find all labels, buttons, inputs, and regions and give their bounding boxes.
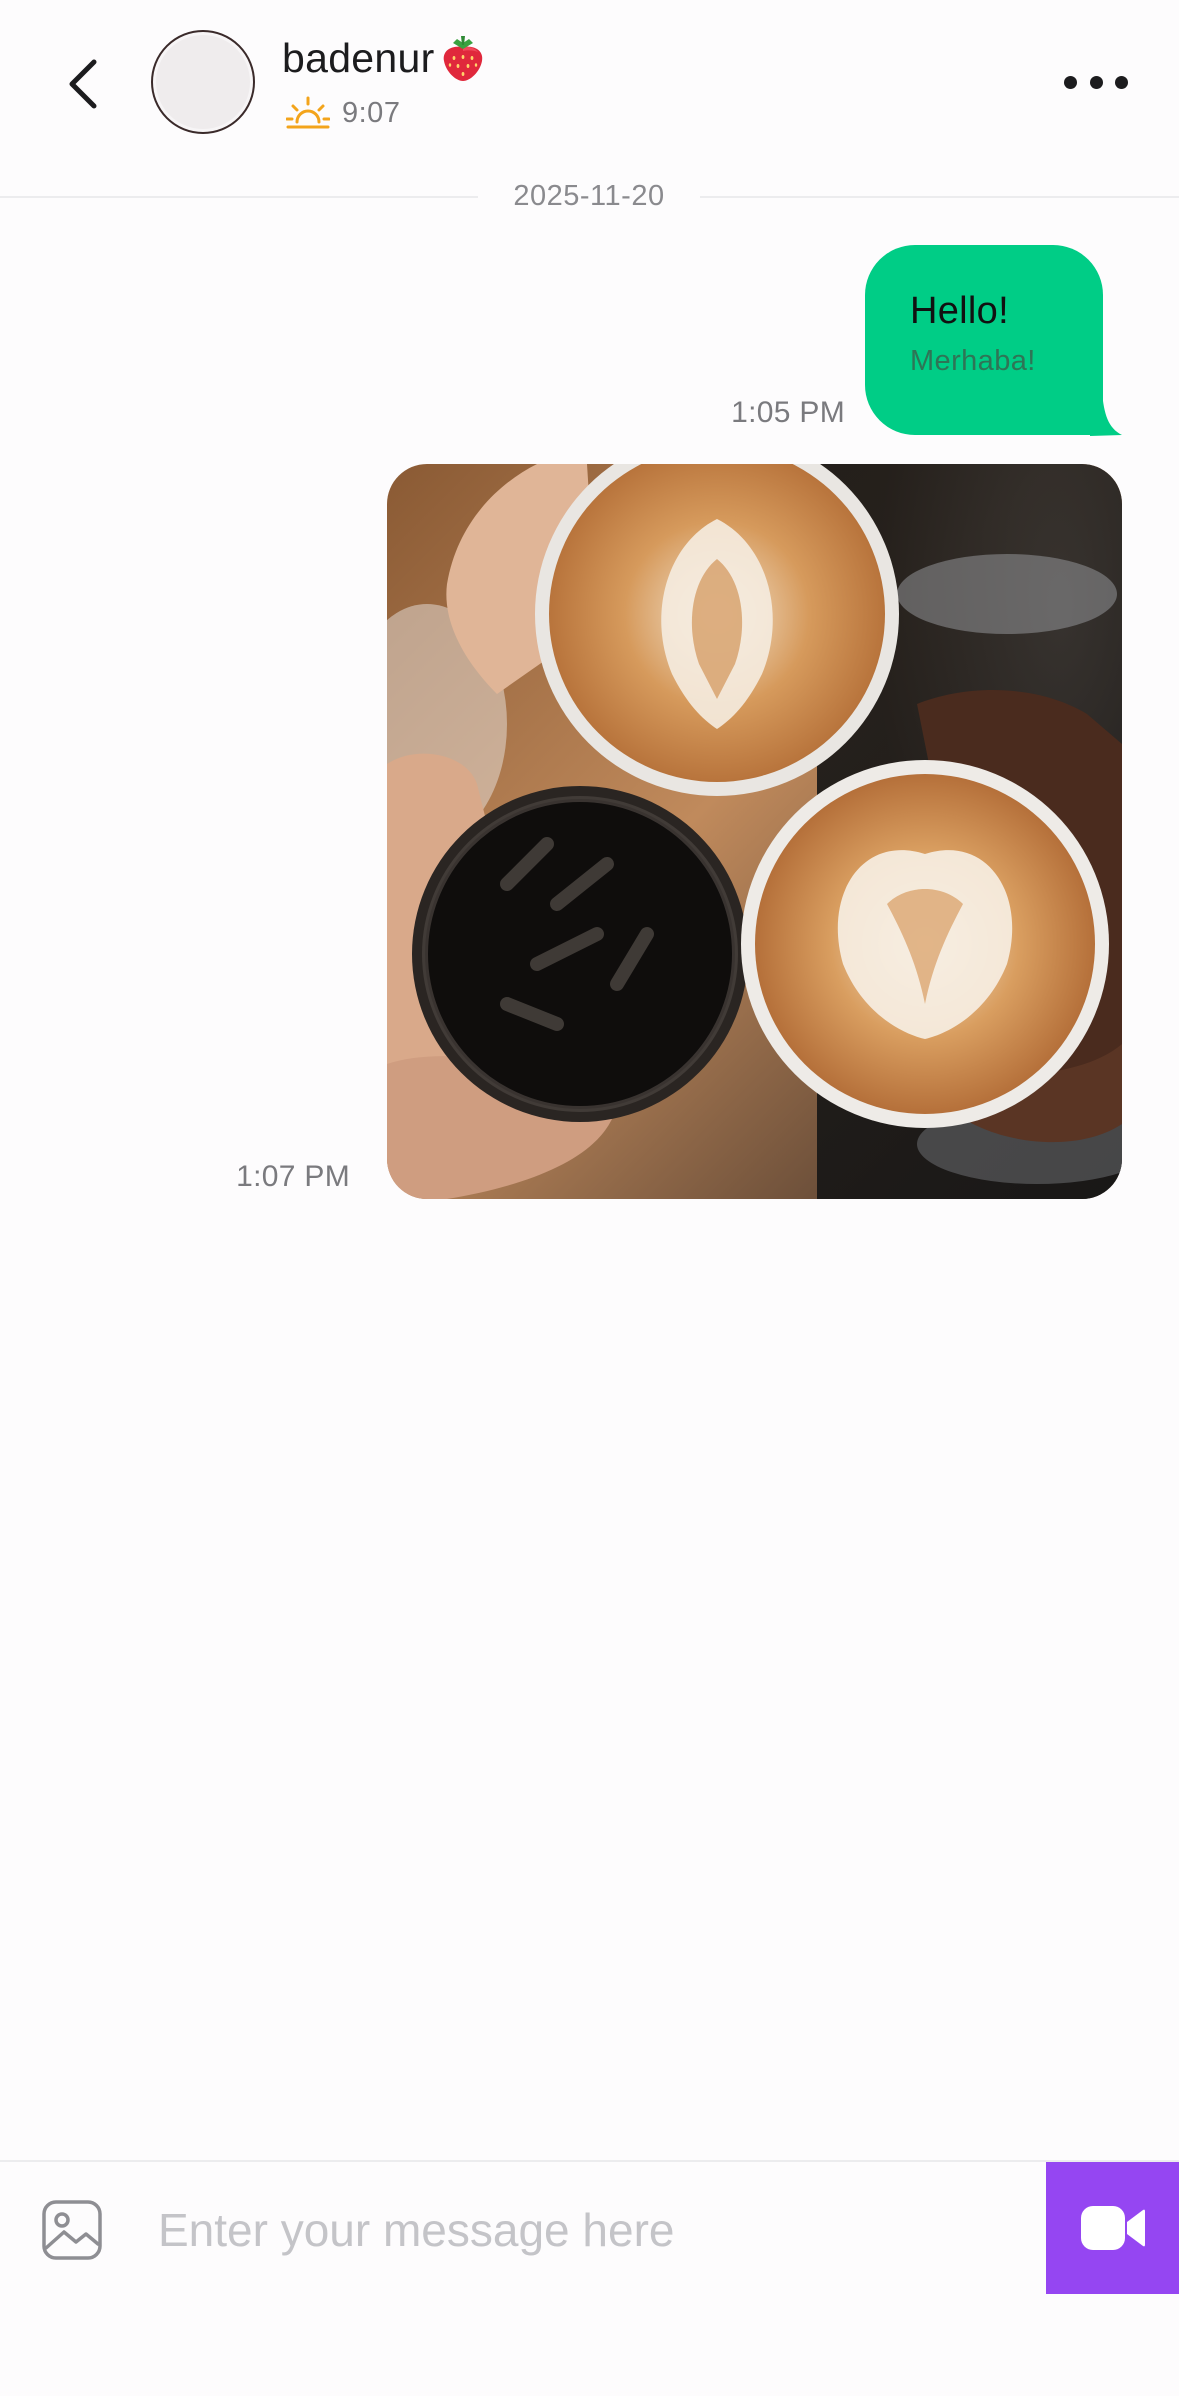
- more-dot-icon: [1064, 75, 1077, 89]
- avatar[interactable]: [151, 30, 255, 134]
- date-label: 2025-11-20: [513, 180, 665, 212]
- video-call-button[interactable]: [1046, 2162, 1179, 2294]
- message-timestamp: 1:05 PM: [731, 396, 845, 429]
- chat-screen: badenur 9:07 2025-11-20 Hello! Merhaba! …: [0, 0, 1179, 2396]
- message-input[interactable]: [158, 2192, 1028, 2268]
- more-dot-icon: [1115, 75, 1128, 89]
- contact-status-row: 9:07: [286, 90, 400, 136]
- chevron-left-icon: [69, 59, 97, 109]
- sunrise-icon: [286, 96, 330, 129]
- bubble-tail: [1090, 392, 1122, 436]
- more-dot-icon: [1089, 75, 1103, 89]
- message-translation: Merhaba!: [910, 345, 1036, 377]
- video-camera-icon: [1080, 2206, 1145, 2250]
- contact-local-time: 9:07: [342, 96, 401, 129]
- strawberry-icon: [443, 36, 482, 81]
- message-timestamp: 1:07 PM: [236, 1160, 350, 1193]
- message-text: Hello!: [910, 290, 1009, 332]
- contact-name: badenur: [282, 34, 435, 81]
- outgoing-message-bubble[interactable]: Hello! Merhaba!: [865, 245, 1103, 435]
- contact-name-row[interactable]: badenur: [282, 30, 487, 86]
- more-options-button[interactable]: [1064, 62, 1128, 102]
- coffee-cheers-photo: [387, 464, 1122, 1199]
- shared-photo-coffee[interactable]: [387, 464, 1122, 1199]
- image-gallery-icon: [42, 2200, 102, 2260]
- attach-photo-button[interactable]: [40, 2198, 104, 2262]
- date-separator: 2025-11-20: [0, 176, 1179, 216]
- back-button[interactable]: [52, 44, 116, 124]
- divider: [700, 196, 1179, 198]
- divider: [0, 196, 478, 198]
- message-composer: [0, 2160, 1179, 2396]
- chat-header: badenur 9:07: [0, 0, 1179, 196]
